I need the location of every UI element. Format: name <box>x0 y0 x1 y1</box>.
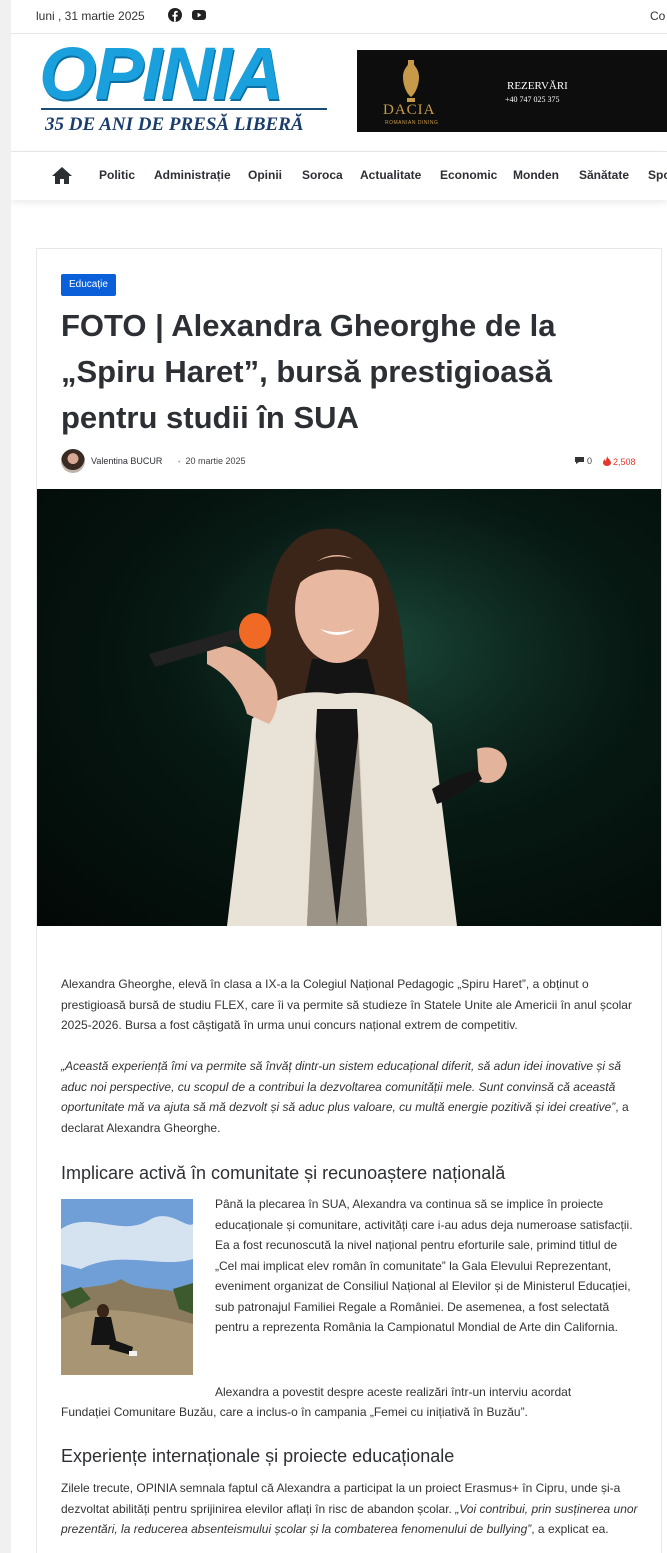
article-title: FOTO | Alexandra Gheorghe de la „Spiru H… <box>61 308 556 435</box>
nav-item-economic[interactable]: Economic <box>440 168 497 182</box>
ad-brand-sub: ROMANIAN DINING <box>385 120 439 126</box>
main-nav: Politic Administrație Opinii Soroca Actu… <box>11 151 667 200</box>
home-icon[interactable] <box>51 166 73 185</box>
nav-item-opinii[interactable]: Opinii <box>248 168 282 182</box>
singer-illustration <box>37 489 661 926</box>
view-count: 2,508 <box>603 456 636 467</box>
facebook-icon[interactable] <box>168 8 182 22</box>
fire-icon <box>603 456 611 466</box>
login-link[interactable]: Co <box>650 9 665 23</box>
section-heading-1: Implicare activă în comunitate și recuno… <box>61 1163 506 1183</box>
quote-text: „Această experiență îmi va permite să în… <box>61 1059 622 1114</box>
paragraph-intro: Alexandra Gheorghe, elevă în clasa a IX-… <box>61 977 632 1032</box>
section-heading-2: Experiențe internaționale și proiecte ed… <box>61 1446 455 1466</box>
logo-tagline: 35 DE ANI DE PRESĂ LIBERĂ <box>45 114 304 135</box>
paragraph-community: Până la plecarea în SUA, Alexandra va co… <box>215 1197 633 1334</box>
author-name[interactable]: Valentina BUCUR <box>91 456 162 466</box>
nav-item-politic[interactable]: Politic <box>99 168 135 182</box>
nav-item-soroca[interactable]: Soroca <box>302 168 343 182</box>
ad-banner[interactable]: DACIA ROMANIAN DINING REZERVĂRI +40 747 … <box>357 50 667 132</box>
hero-photo <box>37 489 661 926</box>
ad-brand: DACIA <box>383 102 436 118</box>
nav-item-sport[interactable]: Spo <box>648 168 667 182</box>
page: luni , 31 martie 2025 Co OPINIA 35 DE AN… <box>11 0 667 1553</box>
logo-underline <box>41 108 327 110</box>
view-count-value: 2,508 <box>613 457 636 467</box>
youtube-icon[interactable] <box>192 9 206 21</box>
publish-date: 20 martie 2025 <box>178 456 245 466</box>
ad-reservation: REZERVĂRI <box>507 80 568 92</box>
paragraph-quote: „Această experiență îmi va permite să în… <box>61 1056 639 1138</box>
current-date: luni , 31 martie 2025 <box>36 9 145 23</box>
comments-icon <box>575 457 584 464</box>
comment-count-value: 0 <box>587 456 593 466</box>
category-badge[interactable]: Educație <box>61 274 116 296</box>
ad-phone: +40 747 025 375 <box>505 95 560 104</box>
author-avatar[interactable] <box>61 449 85 473</box>
nav-item-sanatate[interactable]: Sănătate <box>579 168 629 182</box>
paragraph-interview-line1: Alexandra a povestit despre aceste reali… <box>215 1385 572 1399</box>
site-logo[interactable]: OPINIA 35 DE ANI DE PRESĂ LIBERĂ <box>39 32 331 140</box>
article-card: Educație FOTO | Alexandra Gheorghe de la… <box>36 248 662 1553</box>
logo-wordmark: OPINIA <box>39 32 284 115</box>
top-bar: luni , 31 martie 2025 Co <box>11 0 667 34</box>
paragraph-erasmus: Zilele trecute, OPINIA semnala faptul că… <box>61 1478 639 1540</box>
comment-count[interactable]: 0 <box>574 456 592 466</box>
erasmus-attribution: , a explicat ea. <box>531 1522 609 1536</box>
nav-item-administratie[interactable]: Administrație <box>154 168 231 182</box>
paragraph-interview-line2: Fundației Comunitare Buzău, care a inclu… <box>61 1405 528 1419</box>
inline-photo[interactable] <box>61 1199 193 1375</box>
nav-item-monden[interactable]: Monden <box>513 168 559 182</box>
article-meta: Valentina BUCUR 20 martie 2025 0 2,508 <box>61 449 641 475</box>
mountain-photo <box>61 1199 193 1375</box>
nav-item-actualitate[interactable]: Actualitate <box>360 168 421 182</box>
amphora-icon <box>403 60 419 102</box>
